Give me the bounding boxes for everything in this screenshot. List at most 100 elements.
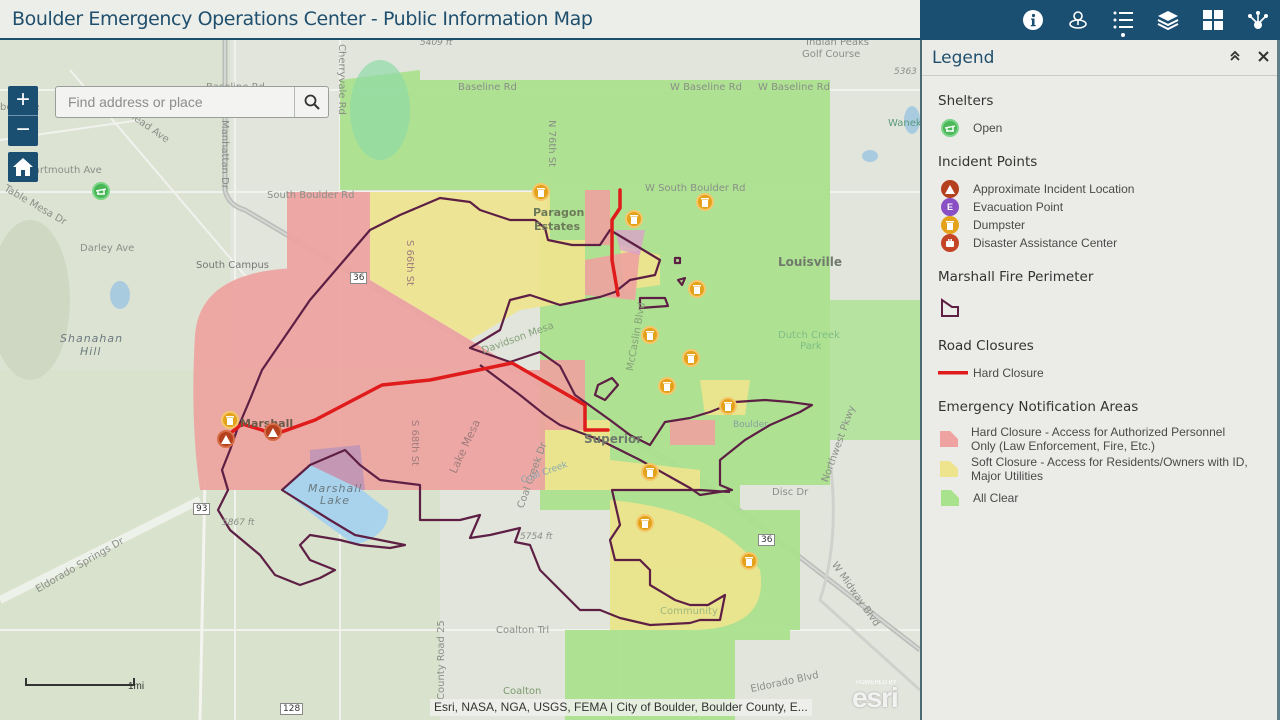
map-view[interactable]: Baseline Rd Baseline Rd W Baseline Rd W … (0, 40, 920, 720)
search-button[interactable] (294, 87, 328, 117)
near-me-button[interactable] (1055, 0, 1100, 40)
search-icon (304, 94, 320, 110)
map-label-darley-ave: Darley Ave (80, 243, 135, 254)
dumpster-marker[interactable] (641, 463, 659, 481)
close-icon (1257, 50, 1269, 62)
esri-logo[interactable]: esri (852, 682, 899, 714)
legend-section-title: Marshall Fire Perimeter (938, 269, 1094, 285)
legend-item-label: Approximate Incident Location (973, 182, 1135, 196)
zoom-out-button[interactable]: − (8, 116, 38, 146)
dumpster-icon (745, 556, 753, 566)
legend-item: Approximate Incident Location (938, 180, 1277, 198)
dumpster-icon (693, 284, 701, 294)
search-input[interactable] (56, 87, 294, 117)
share-icon (1247, 11, 1268, 29)
map-label-park: Park (800, 341, 822, 352)
layers-button[interactable] (1145, 0, 1190, 40)
map-label-lake: Lake (320, 494, 351, 507)
map-label-w-south-boulder-rd: W South Boulder Rd (645, 183, 746, 194)
map-label-elevation: 5754 ft (520, 532, 553, 542)
legend-item: E Evacuation Point (938, 198, 1277, 216)
map-label-s-66th-st: S 66th St (404, 240, 415, 286)
fill-swatch-icon (941, 490, 959, 506)
map-label-estates: Estates (534, 220, 581, 233)
collapse-panel-button[interactable] (1221, 49, 1249, 67)
map-label-w-baseline-rd: W Baseline Rd (670, 82, 742, 93)
map-label-louisville: Louisville (778, 255, 842, 269)
map-label-superior: Superior (584, 432, 643, 446)
dumpster-marker[interactable] (641, 326, 659, 344)
dumpster-marker[interactable] (740, 552, 758, 570)
map-label-south-boulder-rd: South Boulder Rd (267, 190, 355, 201)
dumpster-marker[interactable] (682, 349, 700, 367)
map-label-community-park: Community (660, 606, 718, 617)
basemap (0, 40, 920, 720)
shelter-icon (96, 188, 106, 195)
legend-list-icon (1113, 11, 1133, 29)
legend-panel-title: Legend (932, 47, 995, 68)
shelter-icon (941, 119, 959, 137)
map-label-dutch-creek: Dutch Creek (778, 330, 840, 341)
legend-item: Open (938, 119, 1277, 137)
dumpster-icon (226, 415, 234, 425)
basemap-gallery-button[interactable] (1190, 0, 1235, 40)
warning-triangle-icon (941, 180, 959, 198)
scale-bar-label: 1mi (128, 681, 145, 692)
dumpster-marker[interactable] (636, 514, 654, 532)
map-label-waneka: Waneka (888, 118, 920, 129)
map-label-coalton: Coalton (503, 686, 542, 697)
map-attribution[interactable]: Esri, NASA, NGA, USGS, FEMA | City of Bo… (430, 699, 812, 716)
dumpster-icon (724, 401, 732, 411)
dumpster-marker[interactable] (719, 397, 737, 415)
legend-section-notification-areas: Emergency Notification Areas Hard Closur… (922, 399, 1277, 509)
legend-item-label: Soft Closure - Access for Residents/Owne… (971, 455, 1248, 483)
dumpster-icon (941, 216, 959, 234)
map-label-cherryvale-rd: Cherryvale Rd (336, 44, 347, 115)
legend-item (938, 295, 1277, 321)
legend-button[interactable] (1100, 0, 1145, 40)
dumpster-marker[interactable] (696, 193, 714, 211)
incident-marker[interactable] (264, 423, 282, 441)
dumpster-icon (646, 467, 654, 477)
map-label-hill: Hill (80, 345, 102, 358)
legend-section-road-closures: Road Closures Hard Closure (922, 338, 1277, 382)
legend-section-fire-perimeter: Marshall Fire Perimeter (922, 269, 1277, 321)
legend-panel-header: Legend (922, 40, 1277, 76)
map-label-disc-dr: Disc Dr (772, 487, 809, 498)
polygon-outline-icon (941, 298, 959, 317)
dumpster-icon (687, 353, 695, 363)
app-header: Boulder Emergency Operations Center - Pu… (0, 0, 920, 40)
evacuation-icon: E (941, 198, 959, 216)
map-label-paragon: Paragon (533, 206, 585, 219)
dumpster-icon (701, 197, 709, 207)
dumpster-marker[interactable] (658, 377, 676, 395)
incident-marker[interactable] (217, 430, 235, 448)
fill-swatch-icon (940, 461, 958, 477)
map-label-manhattan-dr: Manhattan Dr (219, 120, 230, 189)
map-label-baseline-rd: Baseline Rd (458, 82, 517, 93)
home-button[interactable] (8, 152, 38, 182)
map-label-elevation: 5409 ft (420, 40, 453, 48)
dumpster-icon (630, 214, 638, 224)
dumpster-marker[interactable] (625, 210, 643, 228)
app: Boulder Emergency Operations Center - Pu… (0, 0, 1280, 720)
highway-shield-93: 93 (193, 503, 211, 515)
layers-icon (1157, 11, 1178, 31)
chevron-double-up-icon (1230, 50, 1240, 61)
share-button[interactable] (1235, 0, 1280, 40)
legend-item: Hard Closure (938, 364, 1277, 382)
shelter-marker[interactable] (92, 182, 110, 200)
legend-item: Soft Closure - Access for Residents/Owne… (938, 455, 1248, 483)
map-label-s-68th-st: S 68th St (409, 420, 420, 466)
dumpster-marker[interactable] (688, 280, 706, 298)
dumpster-marker[interactable] (532, 183, 550, 201)
close-panel-button[interactable] (1249, 49, 1277, 67)
legend-section-title: Shelters (938, 93, 994, 109)
zoom-in-button[interactable]: + (8, 86, 38, 116)
legend-panel: Legend Shelters Open Incident Points App… (920, 40, 1280, 720)
about-button[interactable] (1010, 0, 1055, 40)
dumpster-marker[interactable] (221, 411, 239, 429)
dumpster-icon (537, 187, 545, 197)
search-box (55, 86, 329, 118)
toolbar (920, 0, 1280, 40)
